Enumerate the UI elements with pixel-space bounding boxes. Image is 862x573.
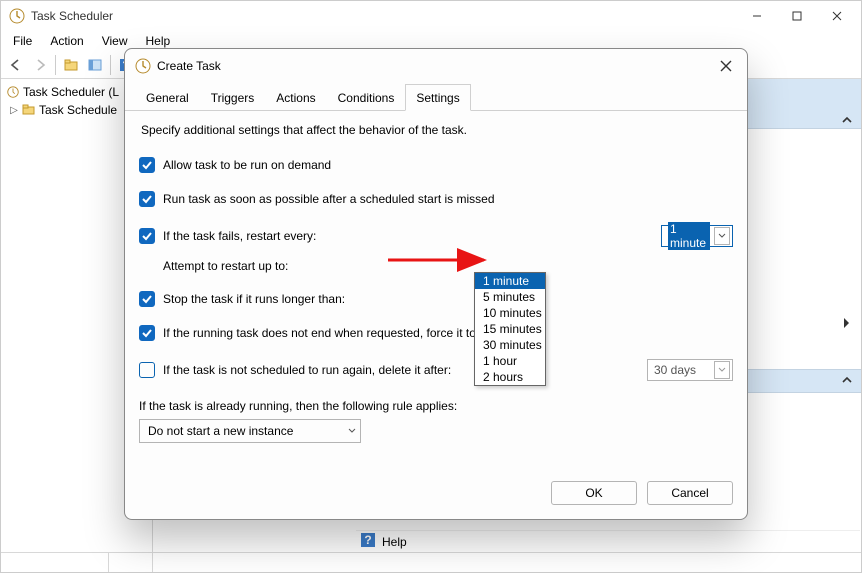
tab-settings[interactable]: Settings: [405, 84, 470, 111]
checkbox-restart-every[interactable]: [139, 228, 155, 244]
forward-button[interactable]: [29, 54, 51, 76]
minimize-button[interactable]: [737, 3, 777, 29]
chevron-up-icon[interactable]: [841, 114, 853, 129]
dropdown-option[interactable]: 2 hours: [475, 369, 545, 385]
clock-icon: [5, 84, 21, 100]
titlebar: Task Scheduler: [1, 1, 861, 31]
tab-general[interactable]: General: [135, 84, 200, 111]
checkbox-allow-demand[interactable]: [139, 157, 155, 173]
chevron-right-icon[interactable]: ▷: [9, 105, 19, 116]
dialog-titlebar: Create Task: [125, 49, 747, 83]
chevron-down-icon[interactable]: [714, 227, 730, 245]
dropdown-option[interactable]: 5 minutes: [475, 289, 545, 305]
option-stop-longer: Stop the task if it runs longer than:: [139, 291, 733, 307]
settings-description: Specify additional settings that affect …: [141, 123, 733, 137]
label-already-running: If the task is already running, then the…: [139, 399, 733, 413]
help-bar: ? Help: [356, 530, 860, 552]
dropdown-option[interactable]: 1 hour: [475, 353, 545, 369]
tab-actions[interactable]: Actions: [265, 84, 326, 111]
maximize-button[interactable]: [777, 3, 817, 29]
toolbar-separator: [110, 55, 111, 75]
dialog-title: Create Task: [157, 59, 711, 73]
menu-file[interactable]: File: [5, 32, 40, 50]
dialog-tabs: General Triggers Actions Conditions Sett…: [125, 83, 747, 111]
chevron-right-icon[interactable]: [841, 317, 853, 332]
chevron-down-icon[interactable]: [348, 424, 356, 438]
restart-interval-value: 1 minute: [668, 222, 710, 250]
delete-after-select[interactable]: 30 days: [647, 359, 733, 381]
folder-icon[interactable]: [60, 54, 82, 76]
settings-panel: Specify additional settings that affect …: [125, 111, 747, 471]
label-restart-every: If the task fails, restart every:: [163, 229, 316, 243]
ok-button[interactable]: OK: [551, 481, 637, 505]
dropdown-option[interactable]: 30 minutes: [475, 337, 545, 353]
back-button[interactable]: [5, 54, 27, 76]
tab-conditions[interactable]: Conditions: [327, 84, 406, 111]
tree-child-label: Task Schedule: [39, 103, 117, 117]
svg-text:?: ?: [364, 533, 371, 547]
window-title: Task Scheduler: [31, 9, 737, 23]
chevron-up-icon[interactable]: [841, 374, 853, 389]
option-delete-after: If the task is not scheduled to run agai…: [139, 359, 733, 381]
restart-interval-dropdown[interactable]: 1 minute 5 minutes 10 minutes 15 minutes…: [474, 272, 546, 386]
folder-icon: [21, 102, 37, 118]
restart-interval-select[interactable]: 1 minute: [661, 225, 733, 247]
label-attempt-upto: Attempt to restart up to:: [163, 259, 288, 273]
cancel-button[interactable]: Cancel: [647, 481, 733, 505]
label-run-asap: Run task as soon as possible after a sch…: [163, 192, 495, 206]
panel-icon[interactable]: [84, 54, 106, 76]
dropdown-option[interactable]: 15 minutes: [475, 321, 545, 337]
help-label[interactable]: Help: [382, 535, 407, 549]
checkbox-force-stop[interactable]: [139, 325, 155, 341]
chevron-down-icon[interactable]: [714, 361, 730, 379]
window-controls: [737, 3, 857, 29]
close-button[interactable]: [817, 3, 857, 29]
rule-select[interactable]: Do not start a new instance: [139, 419, 361, 443]
dropdown-option[interactable]: 1 minute: [475, 273, 545, 289]
menu-action[interactable]: Action: [42, 32, 91, 50]
dropdown-option[interactable]: 10 minutes: [475, 305, 545, 321]
tree-root-label: Task Scheduler (L: [23, 85, 119, 99]
label-allow-demand: Allow task to be run on demand: [163, 158, 331, 172]
clock-icon: [135, 58, 151, 74]
help-icon: ?: [360, 532, 376, 551]
option-restart-every: If the task fails, restart every: 1 minu…: [139, 225, 733, 247]
close-button[interactable]: [711, 54, 741, 78]
option-attempt-upto: Attempt to restart up to:: [139, 259, 733, 273]
statusbar: [1, 552, 861, 572]
tab-triggers[interactable]: Triggers: [200, 84, 266, 111]
checkbox-delete-after[interactable]: [139, 362, 155, 378]
checkbox-stop-longer[interactable]: [139, 291, 155, 307]
dialog-buttons: OK Cancel: [125, 471, 747, 519]
clock-icon: [9, 8, 25, 24]
option-allow-demand: Allow task to be run on demand: [139, 157, 733, 173]
create-task-dialog: Create Task General Triggers Actions Con…: [124, 48, 748, 520]
label-force-stop: If the running task does not end when re…: [163, 326, 489, 340]
toolbar-separator: [55, 55, 56, 75]
delete-after-value: 30 days: [654, 363, 710, 377]
option-force-stop: If the running task does not end when re…: [139, 325, 733, 341]
label-stop-longer: Stop the task if it runs longer than:: [163, 292, 345, 306]
label-delete-after: If the task is not scheduled to run agai…: [163, 363, 451, 377]
option-run-asap: Run task as soon as possible after a sch…: [139, 191, 733, 207]
rule-value: Do not start a new instance: [148, 424, 293, 438]
checkbox-run-asap[interactable]: [139, 191, 155, 207]
